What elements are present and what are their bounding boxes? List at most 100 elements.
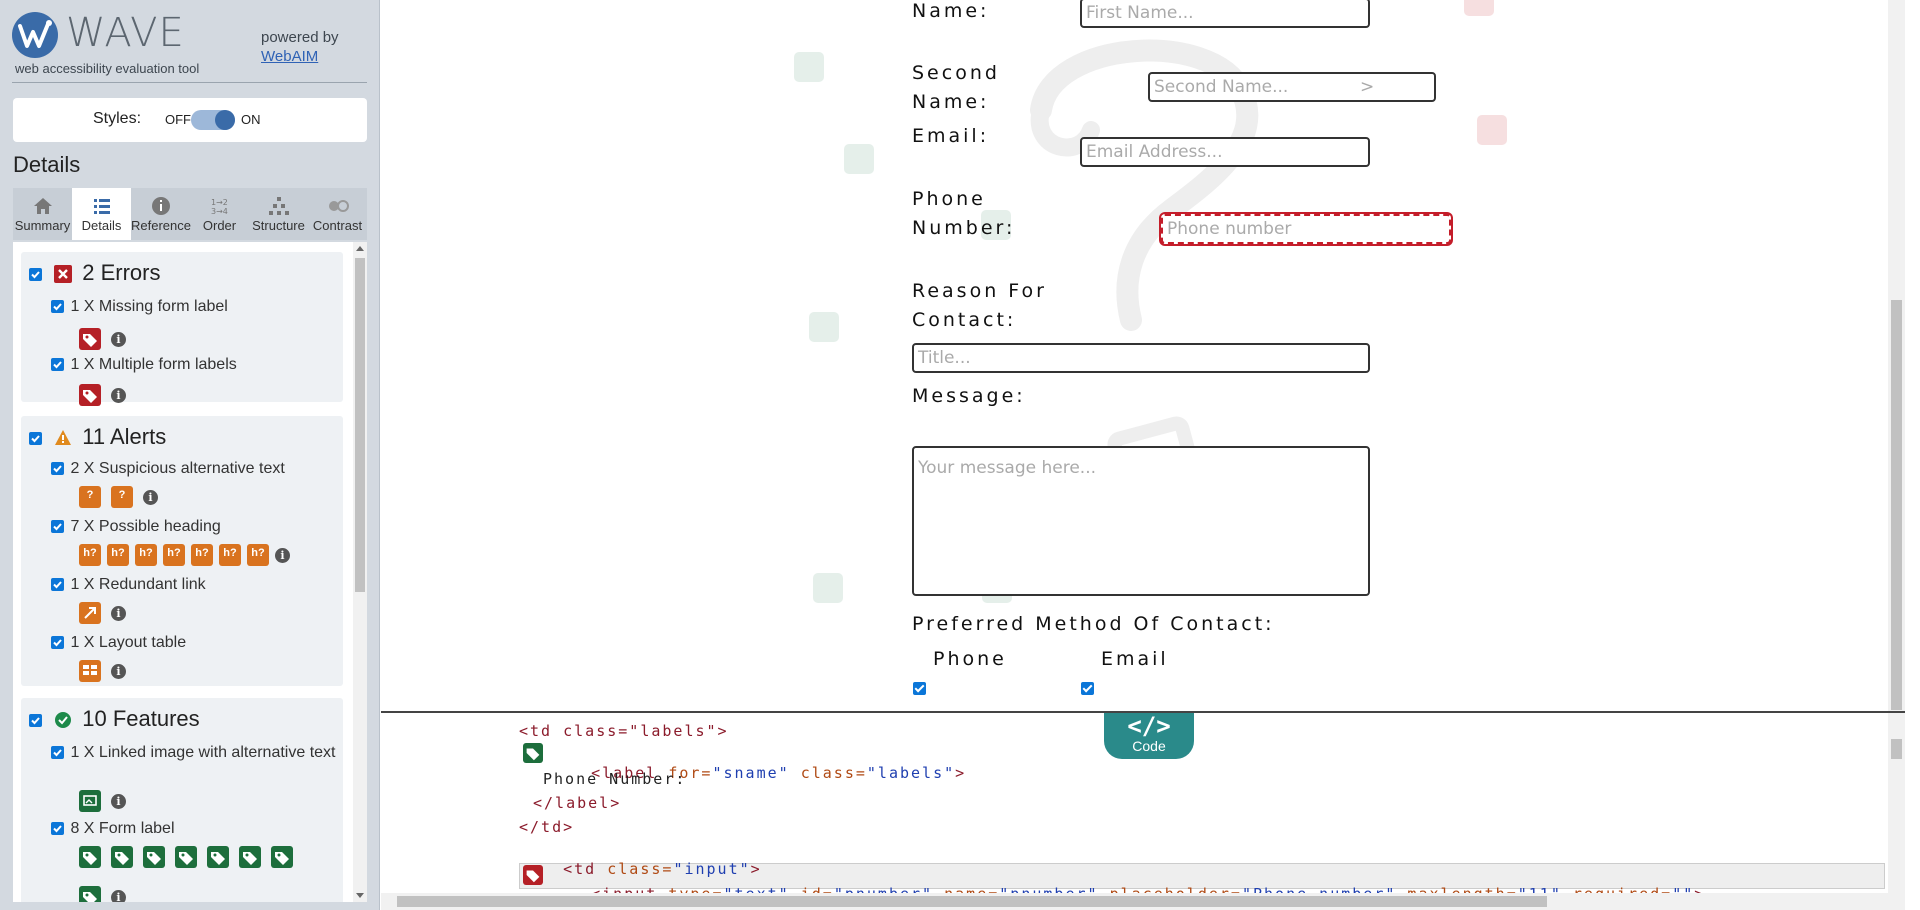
wave-logo-icon xyxy=(18,20,52,48)
styles-toggle[interactable] xyxy=(191,110,235,130)
missing-label-tag-icon[interactable] xyxy=(523,865,543,885)
code-vscroll-thumb[interactable] xyxy=(1891,739,1902,759)
contact-phone-checkbox[interactable] xyxy=(913,682,926,695)
tab-contrast[interactable]: Contrast xyxy=(308,188,367,240)
possible-heading-alert-icon[interactable]: h? xyxy=(191,544,213,566)
alert-item-label: 1 X Redundant link xyxy=(70,576,206,593)
form-label-tag-icon[interactable] xyxy=(523,743,543,763)
alert-item-checkbox[interactable] xyxy=(51,462,64,476)
details-scrollbar[interactable] xyxy=(353,242,367,902)
tab-details-label: Details xyxy=(81,218,122,233)
title-input[interactable]: Title... xyxy=(912,343,1370,373)
wave-logo xyxy=(12,12,58,58)
suspicious-alt-alert-icon[interactable]: ? xyxy=(111,486,133,508)
info-icon[interactable]: i xyxy=(111,663,126,679)
second-name-input[interactable]: Second Name... > xyxy=(1148,72,1436,102)
code-vertical-scrollbar[interactable] xyxy=(1888,713,1905,893)
error-item-missing-label[interactable]: 1 X Missing form label xyxy=(51,298,228,316)
possible-heading-alert-icon[interactable]: h? xyxy=(107,544,129,566)
wave-label-tag-icon[interactable] xyxy=(809,312,839,342)
styles-off-label: OFF xyxy=(165,112,191,127)
feature-item-checkbox[interactable] xyxy=(51,822,64,836)
alert-item-checkbox[interactable] xyxy=(51,578,64,592)
possible-heading-alert-icon[interactable]: h? xyxy=(135,544,157,566)
wave-error-tag-icon[interactable] xyxy=(1464,0,1494,16)
feature-item-form-label[interactable]: 8 X Form label xyxy=(51,820,175,838)
alert-icons-row: i xyxy=(79,602,126,628)
possible-heading-alert-icon[interactable]: h? xyxy=(79,544,101,566)
code-horizontal-scrollbar[interactable] xyxy=(381,893,1905,910)
tab-structure[interactable]: Structure xyxy=(249,188,308,240)
email-input[interactable]: Email Address... xyxy=(1080,137,1370,167)
possible-heading-alert-icon[interactable]: h? xyxy=(247,544,269,566)
tab-summary[interactable]: Summary xyxy=(13,188,72,240)
preferred-contact-label: Preferred Method Of Contact: xyxy=(912,613,1275,635)
svg-text:1→2: 1→2 xyxy=(211,198,228,207)
tab-reference[interactable]: Reference xyxy=(131,188,191,240)
alerts-checkbox[interactable] xyxy=(29,431,42,445)
scroll-thumb[interactable] xyxy=(355,258,365,592)
possible-heading-alert-icon[interactable]: h? xyxy=(219,544,241,566)
info-icon[interactable]: i xyxy=(275,547,290,563)
webaim-link[interactable]: WebAIM xyxy=(261,48,318,65)
errors-checkbox[interactable] xyxy=(29,267,42,281)
form-label-feature-icon[interactable] xyxy=(175,846,197,868)
message-label: Message: xyxy=(912,385,1026,407)
phone-number-input[interactable]: Phone number xyxy=(1161,214,1451,244)
multiple-labels-error-icon[interactable] xyxy=(79,384,101,406)
tab-order[interactable]: 1→2 3→4 Order xyxy=(190,188,249,240)
alert-item-possible-heading[interactable]: 7 X Possible heading xyxy=(51,518,221,536)
scroll-up-arrow[interactable] xyxy=(356,246,364,251)
code-toggle-button[interactable]: </> Code xyxy=(1104,713,1194,759)
alert-item-suspicious-alt[interactable]: 2 X Suspicious alternative text xyxy=(51,460,285,478)
info-icon[interactable]: i xyxy=(111,331,126,347)
message-textarea[interactable]: Your message here... xyxy=(912,446,1370,596)
error-item-checkbox[interactable] xyxy=(51,358,64,372)
alert-item-checkbox[interactable] xyxy=(51,520,64,534)
possible-heading-alert-icon[interactable]: h? xyxy=(163,544,185,566)
alert-item-checkbox[interactable] xyxy=(51,636,64,650)
contact-email-checkbox[interactable] xyxy=(1081,682,1094,695)
feature-item-linked-image[interactable]: 1 X Linked image with alternative text xyxy=(51,742,341,763)
form-label-feature-icon[interactable] xyxy=(79,846,101,868)
alert-item-layout-table[interactable]: 1 X Layout table xyxy=(51,634,186,652)
form-label-feature-icon[interactable] xyxy=(271,846,293,868)
tab-details[interactable]: Details xyxy=(72,188,131,240)
info-icon[interactable]: i xyxy=(111,889,126,902)
error-item-multiple-labels[interactable]: 1 X Multiple form labels xyxy=(51,356,237,374)
errors-heading-text: 2 Errors xyxy=(82,260,161,285)
linked-image-feature-icon[interactable] xyxy=(79,790,101,812)
form-label-feature-icon[interactable] xyxy=(207,846,229,868)
redundant-link-alert-icon[interactable] xyxy=(79,602,101,624)
wave-label-tag-icon[interactable] xyxy=(794,52,824,82)
page-scrollbar[interactable] xyxy=(1888,0,1905,711)
error-item-checkbox[interactable] xyxy=(51,300,64,314)
tab-reference-label: Reference xyxy=(131,218,191,233)
suspicious-alt-alert-icon[interactable]: ? xyxy=(79,486,101,508)
info-icon[interactable]: i xyxy=(143,489,158,505)
layout-table-alert-icon[interactable] xyxy=(79,660,101,682)
alert-item-redundant-link[interactable]: 1 X Redundant link xyxy=(51,576,206,594)
feature-item-checkbox[interactable] xyxy=(51,746,64,760)
code-hscroll-thumb[interactable] xyxy=(397,896,1547,907)
feature-icons-row: i xyxy=(79,790,126,816)
features-heading-text: 10 Features xyxy=(82,706,200,731)
feature-item-label: 8 X Form label xyxy=(70,820,175,837)
feature-icons-row: i xyxy=(79,886,126,902)
page-scroll-thumb[interactable] xyxy=(1891,300,1902,710)
wave-error-tag-icon[interactable] xyxy=(1477,115,1507,145)
missing-label-error-icon[interactable] xyxy=(79,328,101,350)
form-label-feature-icon[interactable] xyxy=(79,886,101,902)
features-checkbox[interactable] xyxy=(29,713,42,727)
form-label-feature-icon[interactable] xyxy=(111,846,133,868)
scroll-down-arrow[interactable] xyxy=(356,893,364,898)
info-icon[interactable]: i xyxy=(111,387,126,403)
wave-label-tag-icon[interactable] xyxy=(813,573,843,603)
info-icon[interactable]: i xyxy=(111,793,126,809)
first-name-input[interactable]: First Name... xyxy=(1080,0,1370,28)
info-icon[interactable]: i xyxy=(111,605,126,621)
form-label-feature-icon[interactable] xyxy=(239,846,261,868)
wave-label-tag-icon[interactable] xyxy=(844,144,874,174)
details-heading: Details xyxy=(13,152,81,177)
form-label-feature-icon[interactable] xyxy=(143,846,165,868)
